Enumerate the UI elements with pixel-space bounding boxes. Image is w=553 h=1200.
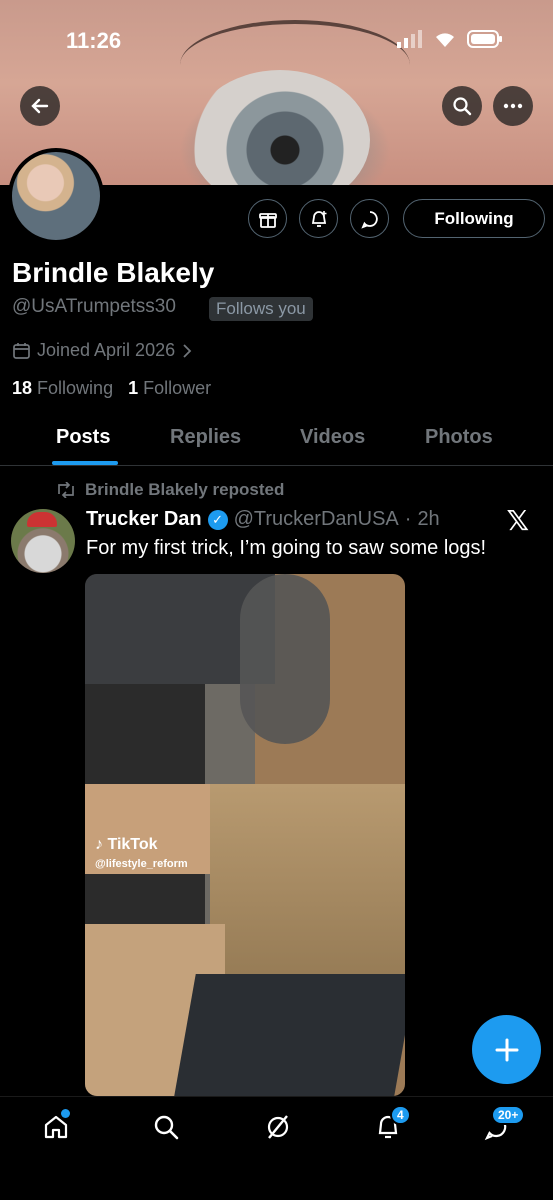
- post-header: Trucker Dan ✓ @TruckerDanUSA · 2h: [86, 508, 440, 531]
- nav-grok[interactable]: [262, 1111, 294, 1143]
- tiktok-watermark-handle: @lifestyle_reform: [95, 858, 188, 870]
- post-author-avatar[interactable]: [11, 509, 75, 573]
- arrow-left-icon: [31, 98, 49, 114]
- nav-search[interactable]: [150, 1111, 182, 1143]
- more-button[interactable]: [493, 86, 533, 126]
- status-bar: 11:26: [0, 0, 553, 80]
- nav-notifications[interactable]: 4: [372, 1105, 411, 1143]
- search-icon: [453, 97, 472, 116]
- grok-icon: [267, 1115, 289, 1139]
- follower-count: 1: [128, 378, 139, 398]
- compose-post-button[interactable]: [472, 1015, 541, 1084]
- gift-icon: [258, 212, 277, 228]
- repost-text: Brindle Blakely reposted: [85, 480, 285, 499]
- following-label: Following: [37, 378, 114, 398]
- follow-counts: 18 Following 1 Follower: [12, 378, 211, 399]
- follows-you-badge: Follows you: [209, 297, 313, 321]
- profile-actions: Following: [248, 199, 545, 238]
- following-link[interactable]: 18 Following: [12, 378, 113, 398]
- avatar-cap: [27, 512, 57, 527]
- post-text: For my first trick, I’m going to saw som…: [86, 537, 487, 559]
- profile-avatar[interactable]: [8, 148, 104, 244]
- message-button[interactable]: [350, 199, 389, 238]
- search-button[interactable]: [442, 86, 482, 126]
- notifications-badge: 4: [390, 1105, 411, 1125]
- tab-posts[interactable]: Posts: [56, 426, 110, 449]
- tab-photos[interactable]: Photos: [425, 426, 493, 449]
- wifi-icon: [436, 33, 454, 47]
- calendar-icon: [13, 343, 30, 359]
- post-time: 2h: [417, 508, 440, 530]
- video-frame-saw: [240, 574, 330, 744]
- gift-button[interactable]: [248, 199, 287, 238]
- following-count: 18: [12, 378, 33, 398]
- tiktok-watermark: ♪ TikTok: [95, 836, 158, 853]
- nav-home[interactable]: [40, 1109, 72, 1143]
- plus-icon: [495, 1038, 518, 1061]
- post-author-handle[interactable]: @TruckerDanUSA: [234, 508, 399, 531]
- video-frame-mat: [174, 974, 405, 1096]
- following-button[interactable]: Following: [403, 199, 545, 238]
- profile-tabs: Posts Replies Videos Photos: [0, 420, 553, 466]
- battery-icon: [467, 30, 502, 48]
- messages-badge: 20+: [491, 1105, 526, 1125]
- home-unread-dot: [61, 1109, 70, 1118]
- tiktok-watermark-text: TikTok: [107, 836, 158, 853]
- repost-icon: [58, 482, 74, 498]
- followers-link[interactable]: 1 Follower: [128, 378, 211, 398]
- bottom-navigation: 4 20+: [0, 1096, 553, 1200]
- post-author-name[interactable]: Trucker Dan: [86, 508, 202, 531]
- more-icon: [503, 103, 523, 109]
- post-video[interactable]: ♪ TikTok @lifestyle_reform: [85, 574, 405, 1096]
- joined-date[interactable]: Joined April 2026: [12, 340, 193, 361]
- active-tab-indicator: [52, 461, 118, 465]
- display-name: Brindle Blakely: [12, 257, 215, 288]
- tab-replies[interactable]: Replies: [170, 426, 241, 449]
- cellular-icon: [397, 30, 422, 48]
- notify-button[interactable]: [299, 199, 338, 238]
- joined-label: Joined April 2026: [37, 340, 176, 360]
- x-logo-icon: 𝕏: [506, 505, 529, 536]
- status-icons: [397, 30, 503, 48]
- chat-bubble-icon: [360, 210, 378, 229]
- post-separator: ·: [404, 508, 412, 530]
- nav-messages[interactable]: 20+: [481, 1105, 526, 1143]
- chevron-right-icon: [183, 343, 192, 358]
- profile-handle: @UsATrumpetss30: [12, 296, 176, 317]
- status-time: 11:26: [66, 28, 122, 53]
- tab-videos[interactable]: Videos: [300, 426, 365, 449]
- repost-label[interactable]: Brindle Blakely reposted: [55, 480, 284, 500]
- back-button[interactable]: [20, 86, 60, 126]
- follower-label: Follower: [143, 378, 212, 398]
- search-icon: [154, 1115, 179, 1140]
- verified-badge-icon: ✓: [207, 509, 228, 530]
- bell-plus-icon: [311, 210, 326, 227]
